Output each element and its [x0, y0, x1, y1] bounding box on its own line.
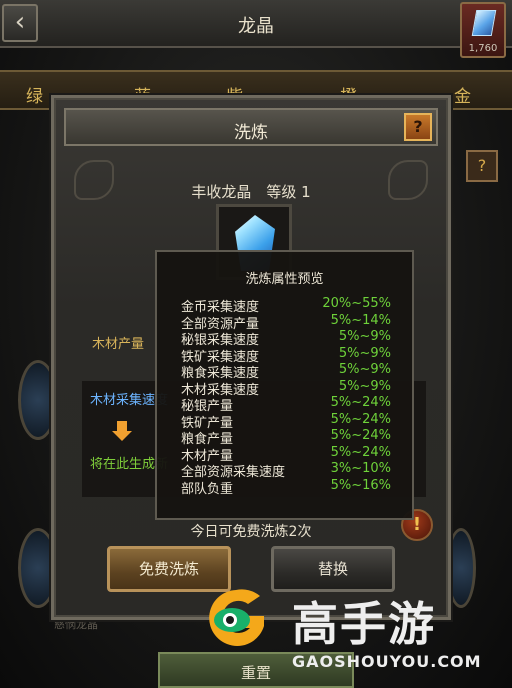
preview-title: 洗炼属性预览 [245, 272, 324, 287]
preview-row-range: 5%~14% [330, 312, 391, 328]
preview-row: 粮食产量 5%~24% [181, 428, 395, 447]
screen-title: 龙晶 [238, 16, 274, 37]
preview-row: 粮食采集速度 5%~9% [181, 362, 395, 381]
watermark-brand: 高手游 [292, 597, 436, 651]
preview-row-range: 5%~24% [330, 395, 391, 410]
watermark-logo [209, 589, 264, 646]
preview-row: 金币采集速度 20%~55% [181, 296, 395, 315]
preview-row: 全部资源产量 5%~14% [181, 312, 395, 332]
preview-row-range: 5%~9% [338, 345, 391, 361]
preview-row: 部队负重 5%~16% [181, 477, 395, 497]
current-stat-label: 木材产量 [92, 337, 145, 352]
preview-row: 铁矿产量 5%~24% [181, 411, 395, 431]
preview-row: 铁矿采集速度 5%~9% [181, 345, 395, 365]
preview-row-range: 5%~24% [330, 428, 391, 443]
watermark-url: GAOSHOUYOU.COM [292, 652, 482, 671]
top-bar: ‹ 龙晶 1,760 [0, 0, 512, 58]
side-help-button[interactable]: ? [466, 150, 498, 182]
preview-row: 木材产量 5%~24% [181, 444, 395, 464]
preview-row-range: 20%~55% [322, 296, 391, 311]
preview-row: 全部资源采集速度 3%~10% [181, 461, 395, 480]
preview-row: 秘银产量 5%~24% [181, 395, 395, 414]
preview-row-range: 5%~16% [330, 477, 391, 493]
item-title: 丰收龙晶 等级 1 [191, 183, 311, 201]
replace-button[interactable]: 替换 [271, 546, 395, 592]
preview-row: 秘银采集速度 5%~9% [181, 329, 395, 348]
preview-row-range: 5%~24% [330, 444, 391, 460]
tab-green[interactable]: 绿 [26, 82, 43, 107]
crystal-icon [471, 10, 497, 36]
help-button[interactable]: ? [404, 113, 432, 141]
preview-row-range: 5%~24% [330, 411, 391, 427]
preview-row: 木材采集速度 5%~9% [181, 378, 395, 398]
preview-row-range: 5%~9% [338, 378, 391, 394]
preview-row-range: 3%~10% [330, 461, 391, 476]
tab-gold[interactable]: 金 [454, 82, 471, 107]
gem-counter[interactable]: 1,760 [460, 2, 506, 58]
preview-row-range: 5%~9% [338, 329, 391, 344]
reforge-preview-tooltip: 洗炼属性预览 金币采集速度 20%~55% 全部资源产量 5%~14% 秘银采集速度 5%… [155, 250, 414, 520]
preview-list: 金币采集速度 20%~55% 全部资源产量 5%~14% 秘银采集速度 5%~9% 铁矿采集… [181, 296, 395, 497]
preview-row-range: 5%~9% [338, 362, 391, 377]
preview-row-name: 部队负重 [181, 481, 234, 497]
modal-header: 洗炼 ? [64, 108, 438, 146]
free-reforge-count: 今日可免费洗炼2次 [190, 524, 312, 540]
gem-count: 1,760 [468, 43, 498, 54]
modal-title: 洗炼 [234, 123, 268, 143]
